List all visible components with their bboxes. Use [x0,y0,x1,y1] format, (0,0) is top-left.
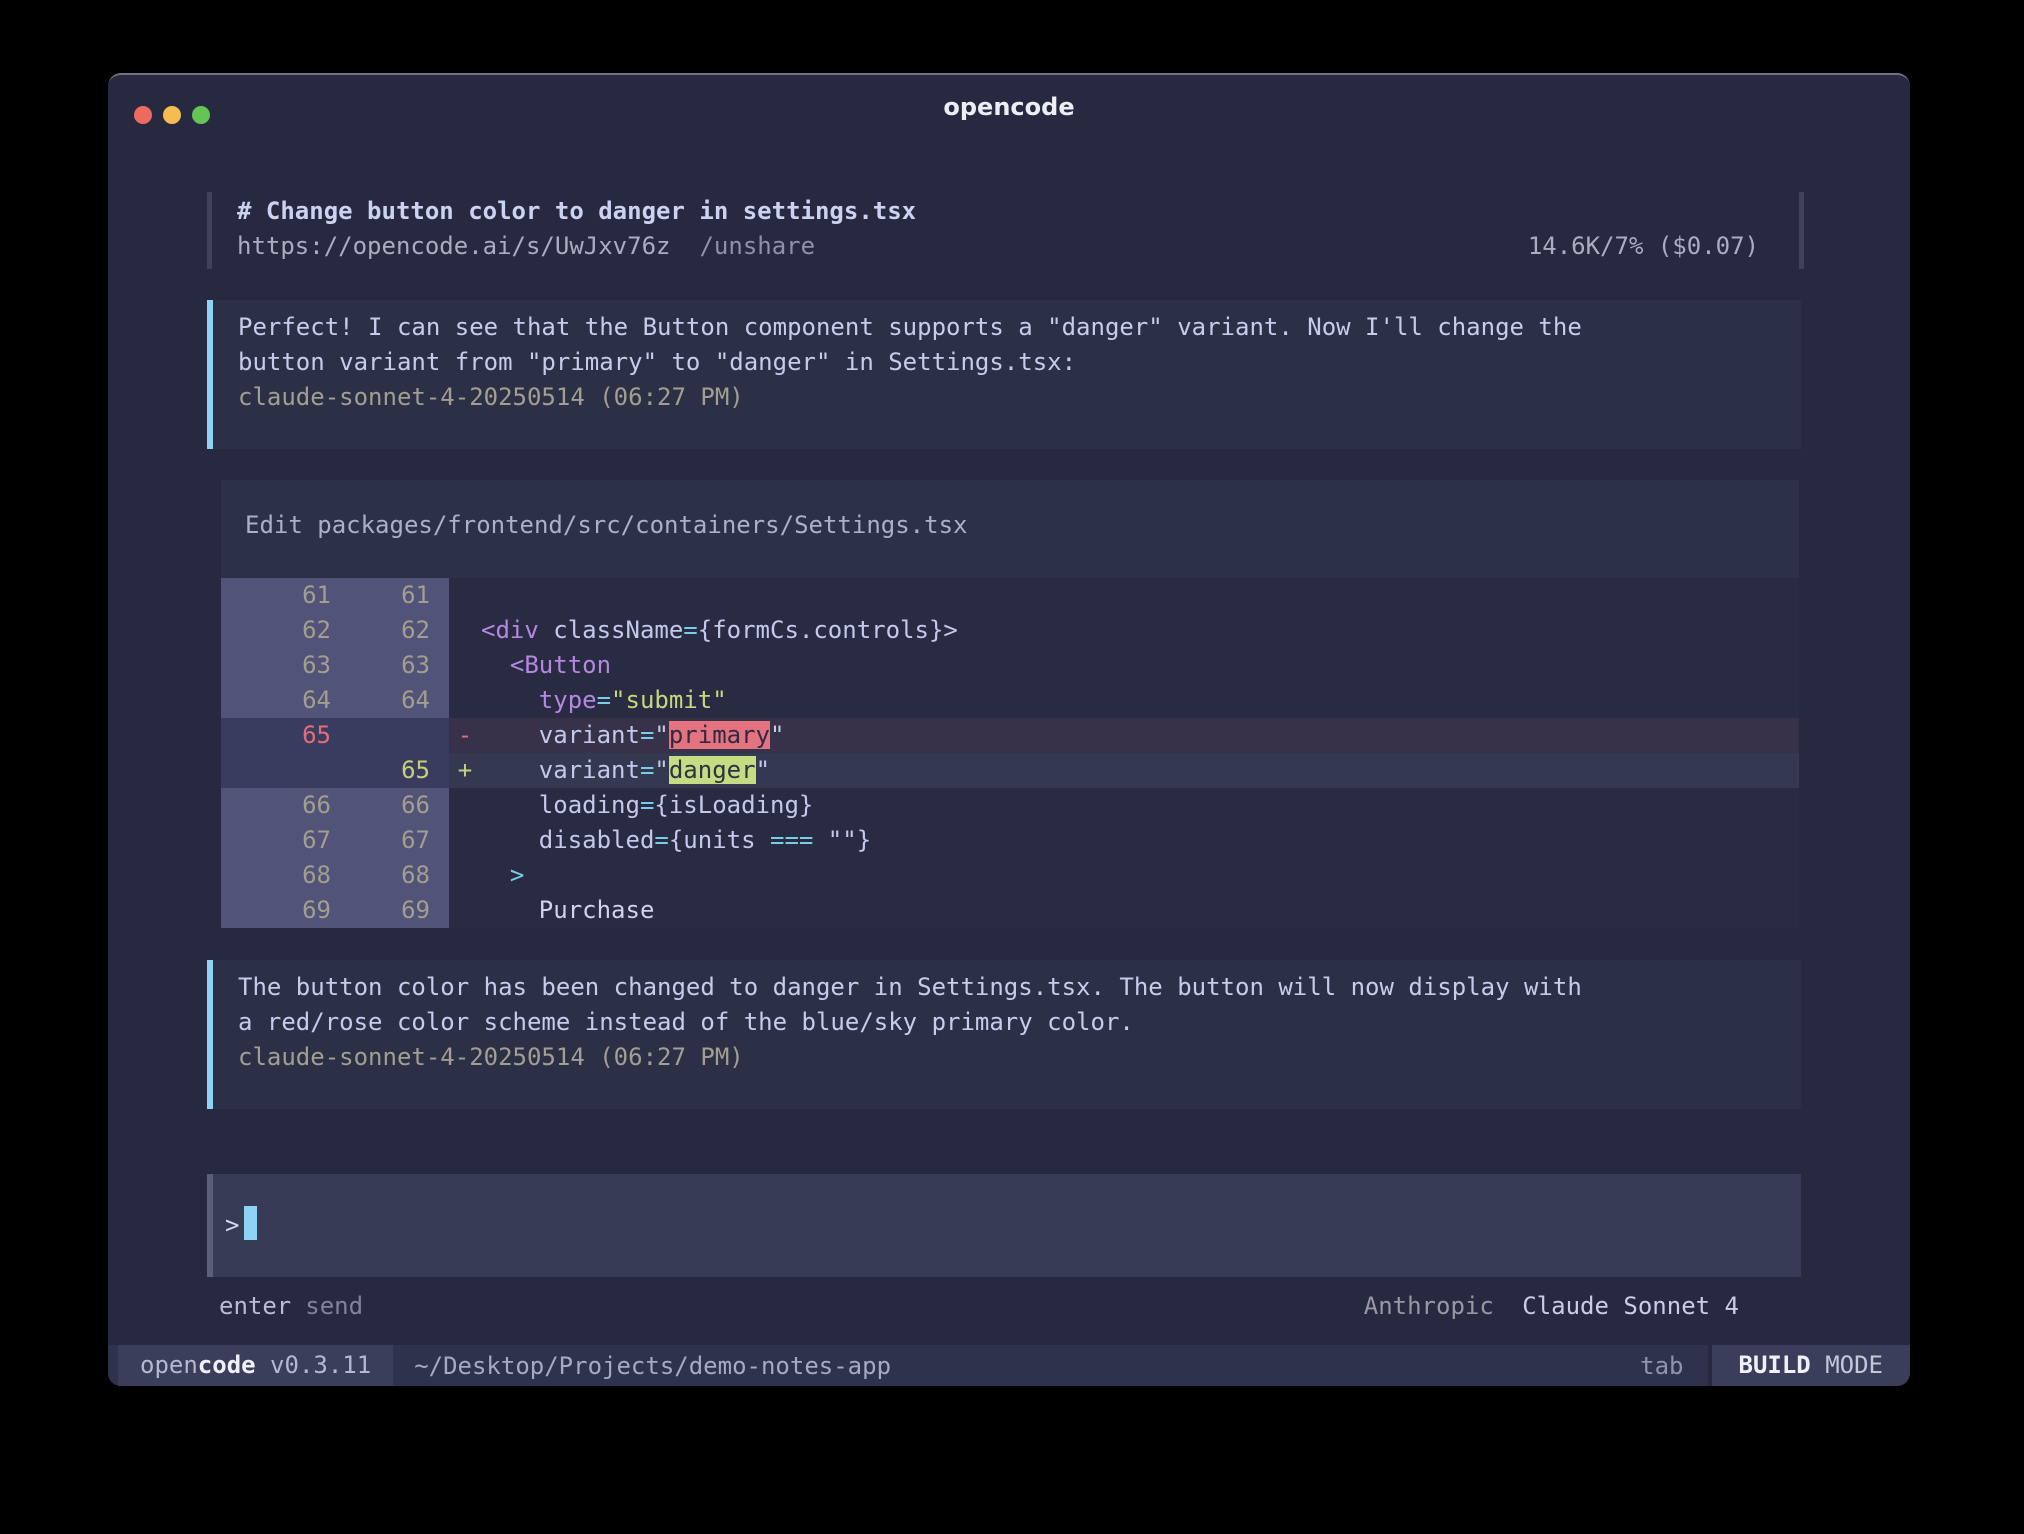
session-title: # Change button color to danger in setti… [237,194,1759,229]
diff-rows: 61616262 <div className={formCs.controls}… [221,578,1799,928]
working-directory: ~/Desktop/Projects/demo-notes-app [414,1352,891,1380]
old-line-number: 66 [221,788,333,823]
diff-row: 65 - variant="primary" [221,718,1799,753]
code-line: variant="primary" [481,718,1799,753]
code-line: disabled={units === ""} [481,823,1799,858]
footer-hints: enter send Anthropic Claude Sonnet 4 [207,1289,1801,1324]
old-line-number: 63 [221,648,333,683]
share-url[interactable]: https://opencode.ai/s/UwJxv76z [237,229,670,264]
diff-sign [449,648,481,683]
diff-sign [449,578,481,613]
line-number-gutter: 6666 [221,788,449,823]
window-title: opencode [108,93,1910,121]
diff-row: 65+ variant="danger" [221,753,1799,788]
mode-label: MODE [1811,1351,1883,1379]
diff-sign [449,858,481,893]
diff-sign: + [449,753,481,788]
old-line-number: 65 [221,718,333,753]
code-line: Purchase [481,893,1799,928]
diff-row: 6767 disabled={units === ""} [221,823,1799,858]
brand-prefix: open [140,1351,198,1379]
code-line: type="submit" [481,683,1799,718]
new-line-number [333,718,449,753]
diff-sign [449,788,481,823]
new-line-number: 65 [333,753,449,788]
new-line-number: 69 [333,893,449,928]
line-number-gutter: 6767 [221,823,449,858]
code-line [481,578,1799,613]
status-bar: opencode v0.3.11 ~/Desktop/Projects/demo… [108,1345,1910,1386]
diff-row: 6868 > [221,858,1799,893]
message-meta: claude-sonnet-4-20250514 (06:27 PM) [238,380,1781,415]
code-line: variant="danger" [481,753,1799,788]
line-number-gutter: 6969 [221,893,449,928]
diff-row: 6969 Purchase [221,893,1799,928]
old-line-number [221,753,333,788]
diff-row: 6363 <Button [221,648,1799,683]
provider-label: Anthropic [1364,1292,1494,1320]
session-header: # Change button color to danger in setti… [207,192,1804,269]
diff-sign [449,613,481,648]
line-number-gutter: 6262 [221,613,449,648]
old-line-number: 64 [221,683,333,718]
diff-row: 6666 loading={isLoading} [221,788,1799,823]
edit-tool-card: Edit packages/frontend/src/containers/Se… [221,480,1799,928]
brand-suffix: code [198,1351,256,1379]
diff-row: 6161 [221,578,1799,613]
message-meta: claude-sonnet-4-20250514 (06:27 PM) [238,1040,1781,1075]
assistant-message: Perfect! I can see that the Button compo… [207,300,1801,449]
prompt-input[interactable]: > [207,1174,1801,1277]
new-line-number: 67 [333,823,449,858]
new-line-number: 68 [333,858,449,893]
model-indicator: Anthropic Claude Sonnet 4 [1364,1289,1739,1324]
new-line-number: 66 [333,788,449,823]
app-version-chip: opencode v0.3.11 [118,1345,393,1386]
old-line-number: 61 [221,578,333,613]
line-number-gutter: 65 [221,718,449,753]
old-line-number: 68 [221,858,333,893]
old-line-number: 67 [221,823,333,858]
mode-name: BUILD [1739,1351,1811,1379]
new-line-number: 61 [333,578,449,613]
unshare-command: /unshare [699,229,815,264]
code-line: loading={isLoading} [481,788,1799,823]
line-number-gutter: 6868 [221,858,449,893]
enter-key-hint: enter [219,1289,291,1324]
message-text: The button color has been changed to dan… [238,970,1781,1040]
new-line-number: 63 [333,648,449,683]
line-number-gutter: 65 [221,753,449,788]
prompt-caret: > [225,1211,239,1239]
mode-badge: BUILD MODE [1708,1345,1911,1386]
old-line-number: 69 [221,893,333,928]
text-cursor [244,1206,257,1240]
diff-sign [449,823,481,858]
message-text: Perfect! I can see that the Button compo… [238,310,1781,380]
code-line: <div className={formCs.controls}> [481,613,1799,648]
model-name: Claude Sonnet 4 [1522,1292,1739,1320]
line-number-gutter: 6464 [221,683,449,718]
tab-key-hint: tab [1640,1352,1683,1380]
app-version: v0.3.11 [256,1351,372,1379]
diff-row: 6262 <div className={formCs.controls}> [221,613,1799,648]
new-line-number: 62 [333,613,449,648]
assistant-message: The button color has been changed to dan… [207,960,1801,1109]
diff-sign [449,683,481,718]
old-line-number: 62 [221,613,333,648]
code-line: > [481,858,1799,893]
line-number-gutter: 6161 [221,578,449,613]
new-line-number: 64 [333,683,449,718]
line-number-gutter: 6363 [221,648,449,683]
token-usage: 14.6K/7% ($0.07) [1528,229,1759,264]
diff-sign [449,893,481,928]
edit-file-path: Edit packages/frontend/src/containers/Se… [221,508,1799,543]
opencode-window: opencode # Change button color to danger… [108,73,1910,1386]
send-action-label: send [305,1289,363,1324]
diff-sign: - [449,718,481,753]
diff-row: 6464 type="submit" [221,683,1799,718]
code-line: <Button [481,648,1799,683]
